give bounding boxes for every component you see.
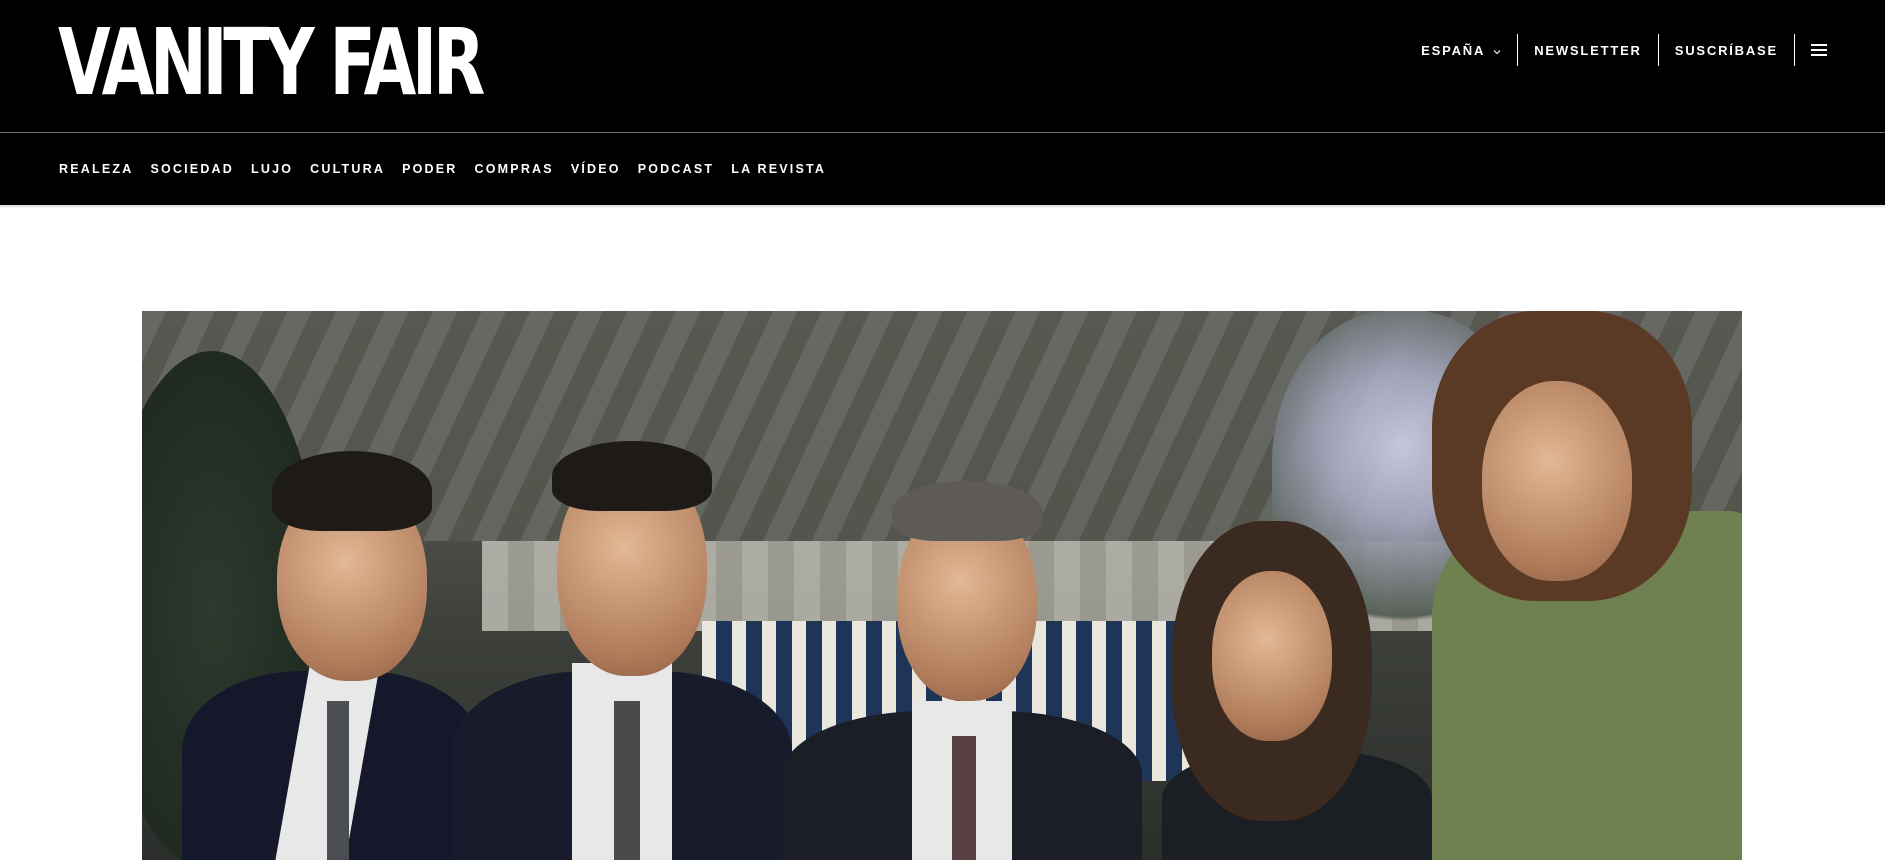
nav-item-cultura[interactable]: CULTURA [310, 162, 385, 176]
menu-button[interactable] [1795, 34, 1827, 66]
section-nav: REALEZA SOCIEDAD LUJO CULTURA PODER COMP… [0, 133, 1885, 205]
nav-item-realeza[interactable]: REALEZA [59, 162, 133, 176]
subscribe-link[interactable]: SUSCRÍBASE [1659, 34, 1794, 66]
hamburger-menu-icon [1811, 44, 1827, 56]
edition-selector[interactable]: ESPAÑA [1405, 34, 1517, 66]
chevron-down-icon [1493, 43, 1501, 58]
top-header: VANITY FAIR ESPAÑA NEWSLETTER SUSCRÍBASE [0, 0, 1885, 132]
person-5 [1412, 311, 1742, 860]
section-nav-list: REALEZA SOCIEDAD LUJO CULTURA PODER COMP… [59, 133, 826, 205]
hero-photo[interactable] [142, 311, 1742, 860]
person-3 [782, 481, 1142, 860]
nav-shadow [0, 205, 1885, 209]
person-1 [182, 411, 482, 860]
nav-item-compras[interactable]: COMPRAS [475, 162, 554, 176]
nav-item-lujo[interactable]: LUJO [251, 162, 293, 176]
edition-label: ESPAÑA [1421, 42, 1486, 58]
nav-item-podcast[interactable]: PODCAST [638, 162, 715, 176]
person-2 [452, 431, 792, 860]
nav-item-poder[interactable]: PODER [402, 162, 457, 176]
nav-item-sociedad[interactable]: SOCIEDAD [150, 162, 234, 176]
utility-nav: ESPAÑA NEWSLETTER SUSCRÍBASE [1405, 34, 1827, 66]
nav-item-video[interactable]: VÍDEO [571, 162, 621, 176]
person-4 [1162, 521, 1432, 860]
site-logo[interactable]: VANITY FAIR [58, 17, 485, 109]
newsletter-link[interactable]: NEWSLETTER [1518, 34, 1658, 66]
nav-item-la-revista[interactable]: LA REVISTA [731, 162, 826, 176]
